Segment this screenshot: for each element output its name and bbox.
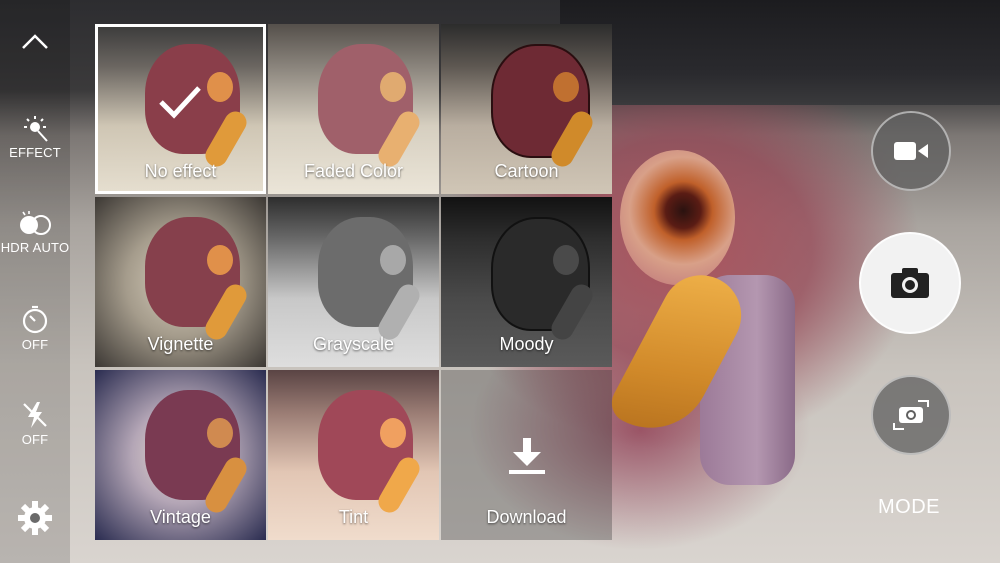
switch-camera-icon	[893, 400, 929, 430]
effect-label: EFFECT	[9, 145, 61, 160]
effect-tile-no-effect[interactable]: No effect	[95, 24, 266, 194]
gear-icon	[18, 501, 52, 535]
effect-label: Moody	[499, 334, 554, 354]
switch-camera-button[interactable]	[871, 375, 951, 455]
thumbnail-eye	[380, 418, 406, 448]
settings-button[interactable]	[0, 500, 70, 536]
hdr-button[interactable]: HDR AUTO	[0, 210, 70, 255]
effect-grid: No effect Faded Color Cartoon Vignette G…	[95, 24, 613, 540]
record-video-button[interactable]	[871, 111, 951, 191]
thumbnail-eye	[207, 245, 233, 275]
effect-tile-vignette[interactable]: Vignette	[95, 197, 266, 367]
effect-label: Vignette	[147, 334, 214, 354]
effect-label: Vintage	[150, 507, 211, 527]
hdr-icon	[20, 211, 51, 235]
video-camera-icon	[894, 142, 928, 160]
flash-button[interactable]: OFF	[0, 400, 70, 447]
timer-icon	[22, 305, 48, 334]
effect-tile-tint[interactable]: Tint	[268, 370, 439, 540]
effect-tile-faded-color[interactable]: Faded Color	[268, 24, 439, 194]
thumbnail-eye	[553, 245, 579, 275]
flash-label: OFF	[21, 432, 49, 447]
effect-label: Tint	[338, 507, 369, 527]
timer-button[interactable]: OFF	[0, 305, 70, 352]
effect-label: Grayscale	[312, 334, 395, 354]
collapse-button[interactable]	[0, 30, 70, 52]
effect-tile-grayscale[interactable]: Grayscale	[268, 197, 439, 367]
mode-button[interactable]: MODE	[878, 496, 940, 519]
thumbnail-eye	[380, 245, 406, 275]
effect-label: No effect	[144, 161, 217, 181]
download-icon	[509, 438, 545, 474]
effect-tile-moody[interactable]: Moody	[441, 197, 612, 367]
effect-button[interactable]: EFFECT	[0, 115, 70, 160]
thumbnail-eye	[207, 72, 233, 102]
effect-label: Download	[486, 507, 567, 527]
flash-off-icon	[23, 402, 47, 428]
chevron-up-icon	[22, 34, 48, 49]
camera-settings-sidebar: EFFECT HDR AUTO OFF OFF	[0, 0, 70, 563]
viewfinder-background-keyboard	[560, 0, 1000, 105]
timer-label: OFF	[21, 337, 49, 352]
effect-tile-vintage[interactable]: Vintage	[95, 370, 266, 540]
effect-tile-download[interactable]: Download	[441, 370, 612, 540]
effect-label: Cartoon	[494, 161, 559, 181]
hdr-label: HDR AUTO	[0, 240, 70, 255]
viewfinder-subject-eye	[620, 150, 735, 285]
effect-label: Faded Color	[303, 161, 404, 181]
checkmark-icon	[159, 86, 201, 119]
camera-icon	[891, 268, 929, 298]
effect-tile-cartoon[interactable]: Cartoon	[441, 24, 612, 194]
thumbnail-eye	[553, 72, 579, 102]
thumbnail-eye	[380, 72, 406, 102]
thumbnail-eye	[207, 418, 233, 448]
shutter-button[interactable]	[859, 232, 961, 334]
magic-wand-sparkle-icon	[24, 116, 48, 142]
